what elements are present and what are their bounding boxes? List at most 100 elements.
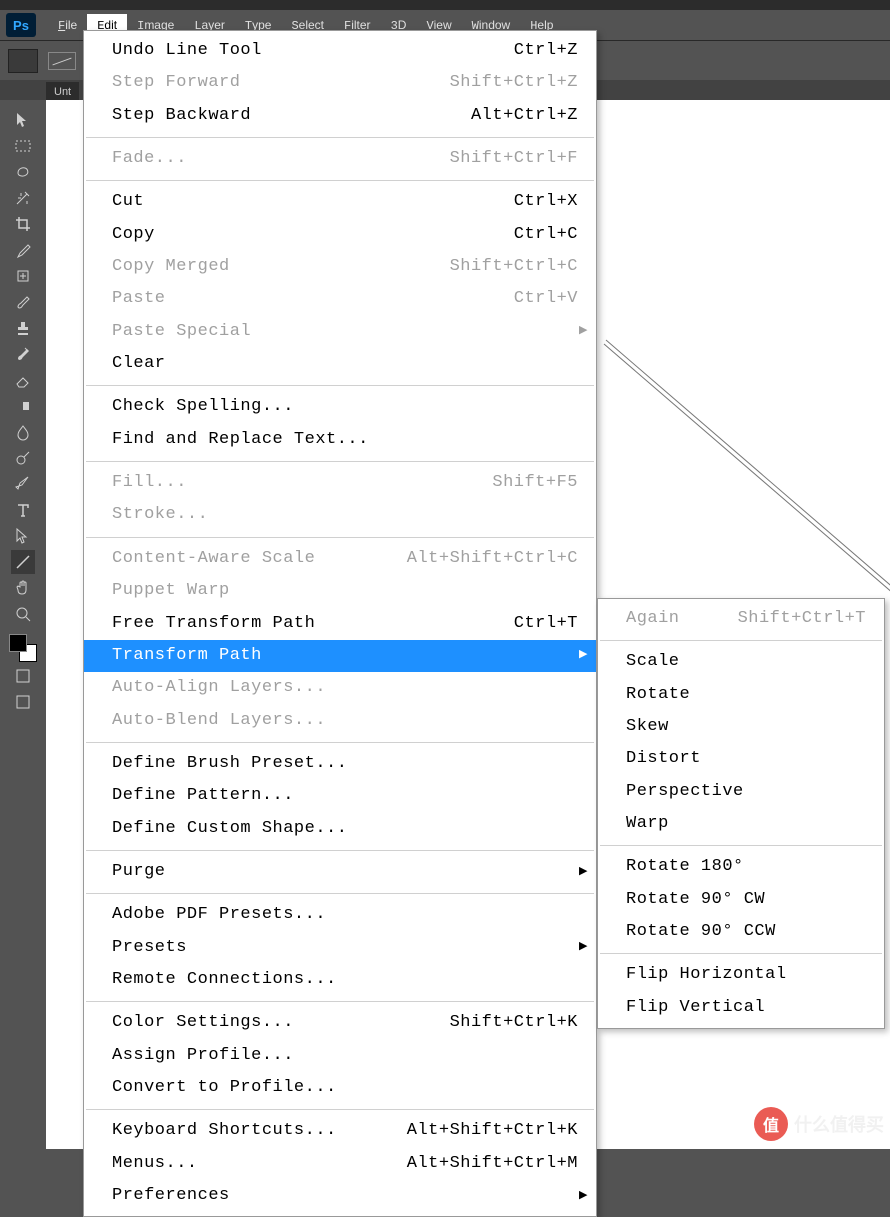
tool-lasso[interactable] (11, 160, 35, 184)
menuitem-rotate-90-cw[interactable]: Rotate 90° CW (598, 884, 884, 916)
window-titlebar (0, 0, 890, 10)
menuitem-transform-path[interactable]: Transform Path▶ (84, 640, 596, 672)
menuitem-paste-special: Paste Special▶ (84, 316, 596, 348)
menuitem-shortcut: Shift+Ctrl+F (450, 146, 578, 172)
menuitem-step-backward[interactable]: Step BackwardAlt+Ctrl+Z (84, 100, 596, 132)
menuitem-keyboard-shortcuts[interactable]: Keyboard Shortcuts...Alt+Shift+Ctrl+K (84, 1115, 596, 1147)
menuitem-label: Preferences (112, 1183, 230, 1209)
tool-quickmask[interactable] (11, 664, 35, 688)
menuitem-label: Presets (112, 935, 187, 961)
menuitem-free-transform-path[interactable]: Free Transform PathCtrl+T (84, 608, 596, 640)
menuitem-perspective[interactable]: Perspective (598, 776, 884, 808)
menuitem-flip-vertical[interactable]: Flip Vertical (598, 992, 884, 1024)
menuitem-define-pattern[interactable]: Define Pattern... (84, 780, 596, 812)
submenu-arrow-icon: ▶ (579, 1188, 588, 1205)
tool-screenmode[interactable] (11, 690, 35, 714)
menuitem-rotate-180[interactable]: Rotate 180° (598, 851, 884, 883)
menuitem-warp[interactable]: Warp (598, 808, 884, 840)
menuitem-color-settings[interactable]: Color Settings...Shift+Ctrl+K (84, 1007, 596, 1039)
menuitem-label: Flip Horizontal (626, 962, 787, 988)
tool-eyedropper[interactable] (11, 238, 35, 262)
tool-heal[interactable] (11, 264, 35, 288)
menuitem-label: Menus... (112, 1151, 198, 1177)
menuitem-label: Warp (626, 811, 669, 837)
menuitem-shortcut: Ctrl+C (514, 222, 578, 248)
line-tool-icon[interactable] (48, 52, 76, 70)
tool-type[interactable] (11, 498, 35, 522)
menuitem-label: Cut (112, 189, 144, 215)
menuitem-label: Clear (112, 351, 166, 377)
menuitem-distort[interactable]: Distort (598, 743, 884, 775)
document-tab[interactable]: Unt (46, 82, 79, 102)
menuitem-purge[interactable]: Purge▶ (84, 856, 596, 888)
menuitem-fade: Fade...Shift+Ctrl+F (84, 143, 596, 175)
menuitem-define-custom-shape[interactable]: Define Custom Shape... (84, 813, 596, 845)
tool-move[interactable] (11, 108, 35, 132)
menuitem-copy[interactable]: CopyCtrl+C (84, 219, 596, 251)
tool-line[interactable] (11, 550, 35, 574)
menuitem-assign-profile[interactable]: Assign Profile... (84, 1040, 596, 1072)
menuitem-label: Content-Aware Scale (112, 546, 315, 572)
menuitem-scale[interactable]: Scale (598, 646, 884, 678)
menuitem-label: Step Forward (112, 70, 240, 96)
menuitem-adobe-pdf-presets[interactable]: Adobe PDF Presets... (84, 899, 596, 931)
menuitem-presets[interactable]: Presets▶ (84, 932, 596, 964)
menuitem-label: Color Settings... (112, 1010, 294, 1036)
menuitem-menus[interactable]: Menus...Alt+Shift+Ctrl+M (84, 1148, 596, 1180)
tool-pen[interactable] (11, 472, 35, 496)
menuitem-find-and-replace-text[interactable]: Find and Replace Text... (84, 424, 596, 456)
edit-menu-dropdown: Undo Line Tool Ctrl+Z Step Forward Shift+Ct… (83, 30, 597, 1217)
menuitem-rotate[interactable]: Rotate (598, 679, 884, 711)
menuitem-skew[interactable]: Skew (598, 711, 884, 743)
menuitem-shortcut: Ctrl+Z (514, 38, 578, 64)
menuitem-label: Fill... (112, 470, 187, 496)
menuitem-label: Rotate 90° CW (626, 887, 765, 913)
menuitem-convert-to-profile[interactable]: Convert to Profile... (84, 1072, 596, 1104)
tool-hand[interactable] (11, 576, 35, 600)
tool-brush[interactable] (11, 290, 35, 314)
menuitem-undo-line-tool[interactable]: Undo Line Tool Ctrl+Z (84, 35, 596, 67)
watermark: 值 什么值得买 (754, 1107, 884, 1141)
menuitem-shortcut: Ctrl+X (514, 189, 578, 215)
tool-path-select[interactable] (11, 524, 35, 548)
menuitem-label: Skew (626, 714, 669, 740)
menuitem-label: Define Pattern... (112, 783, 294, 809)
menuitem-check-spelling[interactable]: Check Spelling... (84, 391, 596, 423)
watermark-icon: 值 (754, 1107, 788, 1141)
menuitem-label: Distort (626, 746, 701, 772)
menuitem-label: Perspective (626, 779, 744, 805)
menuitem-label: Paste (112, 286, 166, 312)
tool-gradient[interactable] (11, 394, 35, 418)
tool-dodge[interactable] (11, 446, 35, 470)
menuitem-label: Assign Profile... (112, 1043, 294, 1069)
menuitem-shortcut: Ctrl+T (514, 611, 578, 637)
menubar-item-file[interactable]: File (48, 14, 87, 37)
tool-history[interactable] (11, 342, 35, 366)
color-swatch[interactable] (9, 634, 37, 662)
tool-stamp[interactable] (11, 316, 35, 340)
menuitem-preferences[interactable]: Preferences ▶ (84, 1180, 596, 1212)
tool-marquee[interactable] (11, 134, 35, 158)
menuitem-shortcut: Ctrl+V (514, 286, 578, 312)
menuitem-label: Find and Replace Text... (112, 427, 369, 453)
menuitem-cut[interactable]: Cut Ctrl+X (84, 186, 596, 218)
menuitem-label: Purge (112, 859, 166, 885)
menuitem-clear[interactable]: Clear (84, 348, 596, 380)
menuitem-define-brush-preset[interactable]: Define Brush Preset... (84, 748, 596, 780)
menuitem-flip-horizontal[interactable]: Flip Horizontal (598, 959, 884, 991)
tool-wand[interactable] (11, 186, 35, 210)
menuitem-rotate-90-ccw[interactable]: Rotate 90° CCW (598, 916, 884, 948)
tool-preset-picker[interactable] (8, 49, 38, 73)
menuitem-label: Rotate 180° (626, 854, 744, 880)
menuitem-auto-blend-layers: Auto-Blend Layers... (84, 705, 596, 737)
tool-blur[interactable] (11, 420, 35, 444)
menuitem-label: Auto-Blend Layers... (112, 708, 326, 734)
menuitem-label: Undo Line Tool (112, 38, 262, 64)
tool-crop[interactable] (11, 212, 35, 236)
menuitem-label: Scale (626, 649, 680, 675)
tool-zoom[interactable] (11, 602, 35, 626)
tool-eraser[interactable] (11, 368, 35, 392)
menuitem-label: Define Custom Shape... (112, 816, 347, 842)
menuitem-shortcut: Shift+F5 (492, 470, 578, 496)
menuitem-remote-connections[interactable]: Remote Connections... (84, 964, 596, 996)
